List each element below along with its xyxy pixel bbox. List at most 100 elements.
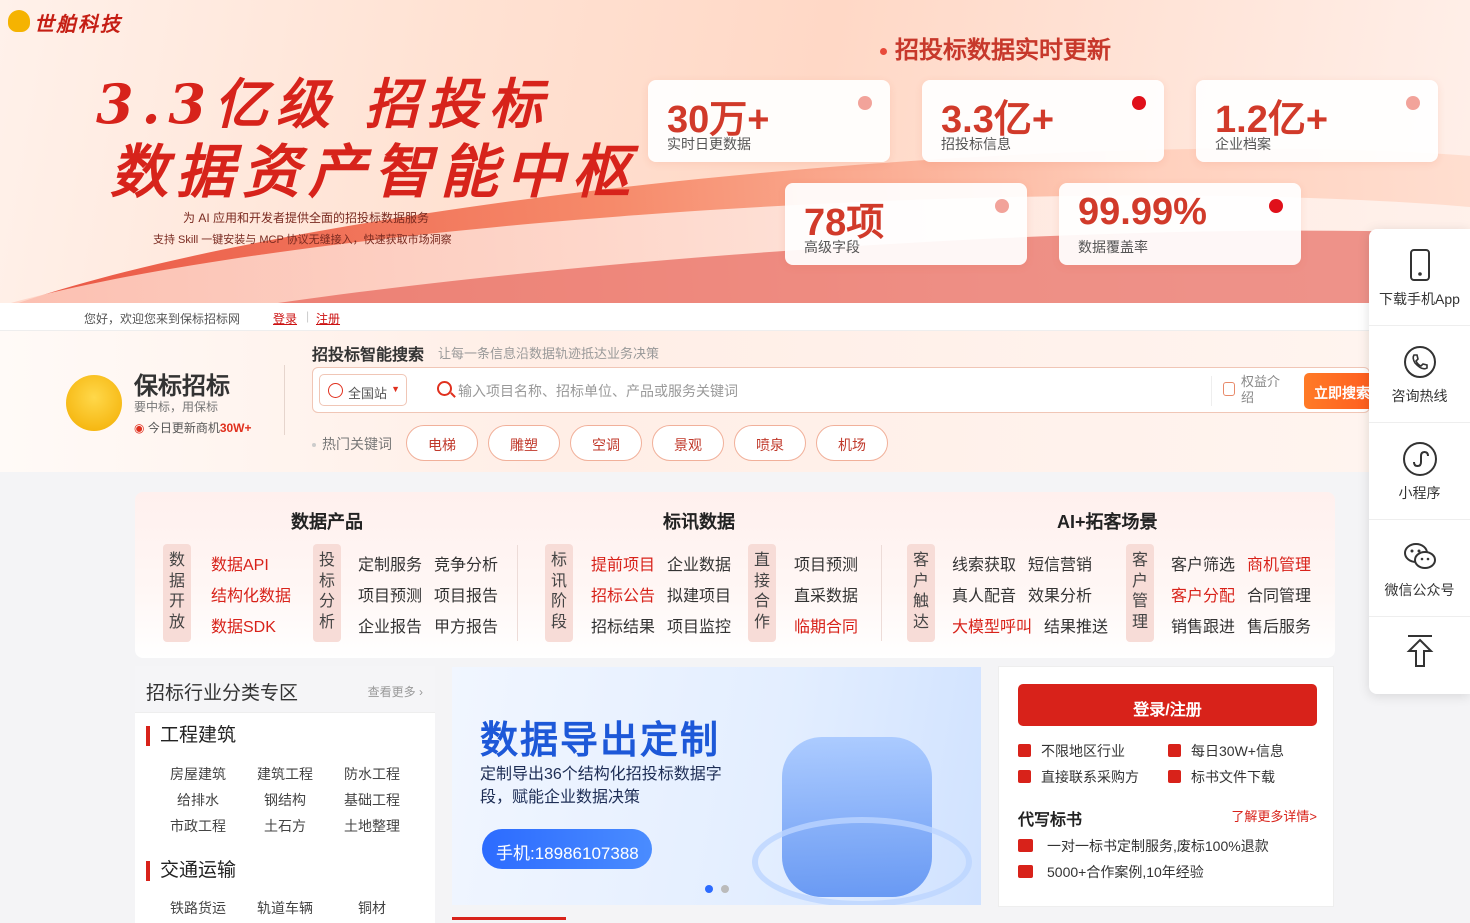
category-tab: 客户管理	[1126, 544, 1154, 642]
product-link[interactable]: 招标结果	[591, 613, 655, 637]
product-link[interactable]: 竞争分析	[434, 551, 498, 575]
product-link[interactable]: 效果分析	[1028, 582, 1092, 606]
product-link[interactable]: 线索获取	[952, 551, 1016, 575]
product-link[interactable]: 真人配音	[952, 582, 1016, 606]
product-link[interactable]: 数据SDK	[211, 613, 276, 637]
hero-banner[interactable]: 世舶科技 3.3亿级 招投标 数据资产智能中枢 为 AI 应用和开发者提供全面的…	[0, 0, 1470, 303]
product-link[interactable]: 合同管理	[1247, 582, 1311, 606]
subcategory-link[interactable]: 给排水	[177, 790, 219, 810]
product-link[interactable]: 甲方报告	[434, 613, 498, 637]
feature-item: 每日30W+信息	[1168, 741, 1284, 761]
side-item-label: 下载手机App	[1379, 291, 1460, 307]
search-title: 招投标智能搜索	[312, 347, 425, 364]
industry-title: 招标行业分类专区	[146, 683, 299, 704]
category-tab: 客户触达	[907, 544, 935, 642]
side-item-hotline[interactable]: 咨询热线	[1369, 326, 1470, 423]
subcategory-link[interactable]: 铁路货运	[170, 898, 226, 918]
product-link[interactable]: 项目预测	[358, 582, 422, 606]
product-link[interactable]: 项目预测	[794, 551, 858, 575]
product-link[interactable]: 企业数据	[667, 551, 731, 575]
side-item-label: 小程序	[1398, 485, 1441, 501]
side-item-app[interactable]: 下载手机App	[1369, 229, 1470, 326]
carousel-phone-button[interactable]: 手机:18986107388	[482, 829, 652, 869]
banner-subtitle-1: 为 AI 应用和开发者提供全面的招投标数据服务	[183, 211, 430, 225]
write-bid-title: 代写标书	[1018, 812, 1083, 829]
site-name: 保标招标	[134, 373, 230, 400]
view-more-link[interactable]: 查看更多 ›	[368, 683, 423, 700]
chevron-down-icon: ▼	[391, 384, 400, 394]
region-label: 全国站	[348, 386, 388, 401]
region-select[interactable]: 全国站 ▼	[319, 374, 407, 406]
product-link[interactable]: 定制服务	[358, 551, 422, 575]
hot-keyword[interactable]: 景观	[652, 425, 724, 461]
search-subtitle: 让每一条信息沿数据轨迹抵达业务决策	[438, 346, 660, 361]
product-link[interactable]: 商机管理	[1247, 551, 1311, 575]
product-link[interactable]: 客户分配	[1171, 582, 1235, 606]
subcategory-link[interactable]: 基础工程	[344, 790, 400, 810]
stat-dot-icon	[1406, 96, 1420, 110]
divider	[284, 365, 285, 435]
product-link[interactable]: 大模型呼叫	[952, 613, 1032, 637]
product-link[interactable]: 销售跟进	[1171, 613, 1235, 637]
learn-more-link[interactable]: 了解更多详情>	[1231, 806, 1317, 825]
promo-carousel[interactable]: 数据导出定制 定制导出36个结构化招投标数据字段，赋能企业数据决策 手机:189…	[452, 667, 981, 905]
product-link[interactable]: 售后服务	[1247, 613, 1311, 637]
write-bid-item: 一对一标书定制服务,废标100%退款	[1018, 836, 1269, 856]
product-link[interactable]: 数据API	[211, 551, 269, 575]
stat-dot-icon	[1269, 199, 1283, 213]
hot-keyword[interactable]: 喷泉	[734, 425, 806, 461]
login-register-button[interactable]: 登录/注册	[1018, 684, 1317, 726]
product-link[interactable]: 结构化数据	[211, 582, 291, 606]
search-box: 全国站▼ 权益介绍 立即搜索	[312, 367, 1384, 413]
register-link[interactable]: 注册	[316, 310, 340, 327]
product-link[interactable]: 临期合同	[794, 613, 858, 637]
update-count: ◉ 今日更新商机30W+	[134, 421, 252, 435]
benefit-link[interactable]: 权益介绍	[1241, 374, 1291, 406]
carousel-dot-active[interactable]	[705, 885, 713, 893]
write-bid-text: 一对一标书定制服务,废标100%退款	[1047, 838, 1269, 854]
product-link[interactable]: 拟建项目	[667, 582, 731, 606]
subcategory-link[interactable]: 市政工程	[170, 816, 226, 836]
back-to-top-button[interactable]	[1369, 617, 1470, 714]
product-link[interactable]: 项目报告	[434, 582, 498, 606]
login-link[interactable]: 登录	[273, 310, 297, 327]
globe-icon	[328, 383, 343, 398]
divider	[517, 545, 518, 641]
product-link[interactable]: 短信营销	[1028, 551, 1092, 575]
chevron-right-icon: ›	[419, 685, 423, 699]
subcategory-link[interactable]: 房屋建筑	[170, 764, 226, 784]
product-link[interactable]: 招标公告	[591, 582, 655, 606]
site-tagline: 要中标，用保标	[134, 400, 219, 414]
subcategory-link[interactable]: 土石方	[264, 816, 306, 836]
subcategory-link[interactable]: 钢结构	[264, 790, 306, 810]
hot-keyword[interactable]: 空调	[570, 425, 642, 461]
product-link[interactable]: 结果推送	[1044, 613, 1108, 637]
product-link[interactable]: 直采数据	[794, 582, 858, 606]
subcategory-link[interactable]: 轨道车辆	[257, 898, 313, 918]
stat-card: 3.3亿+ 招投标信息	[922, 80, 1164, 162]
subcategory-link[interactable]: 建筑工程	[257, 764, 313, 784]
subcategory-link[interactable]: 防水工程	[344, 764, 400, 784]
side-item-wechat[interactable]: 微信公众号	[1369, 520, 1470, 617]
message-icon	[1168, 744, 1181, 757]
feature-item: 直接联系采购方	[1018, 767, 1139, 787]
product-link[interactable]: 提前项目	[591, 551, 655, 575]
stat-dot-icon	[995, 199, 1009, 213]
write-bid-item: 5000+合作案例,10年经验	[1018, 862, 1204, 882]
wechat-icon	[1403, 543, 1436, 569]
side-item-miniprogram[interactable]: 小程序	[1369, 423, 1470, 520]
search-input[interactable]	[458, 380, 1158, 402]
subcategory-link[interactable]: 土地整理	[344, 816, 400, 836]
product-link[interactable]: 项目监控	[667, 613, 731, 637]
product-link[interactable]: 客户筛选	[1171, 551, 1235, 575]
hot-keyword[interactable]: 机场	[816, 425, 888, 461]
banner-headline-2: 数据资产智能中枢	[110, 138, 639, 206]
product-link[interactable]: 企业报告	[358, 613, 422, 637]
hot-keyword[interactable]: 雕塑	[488, 425, 560, 461]
section-title: 标讯数据	[663, 512, 735, 532]
link-divider: |	[306, 309, 310, 323]
hot-keyword[interactable]: 电梯	[406, 425, 478, 461]
subcategory-link[interactable]: 铜材	[358, 898, 386, 918]
divider	[881, 545, 882, 641]
carousel-dot[interactable]	[721, 885, 729, 893]
